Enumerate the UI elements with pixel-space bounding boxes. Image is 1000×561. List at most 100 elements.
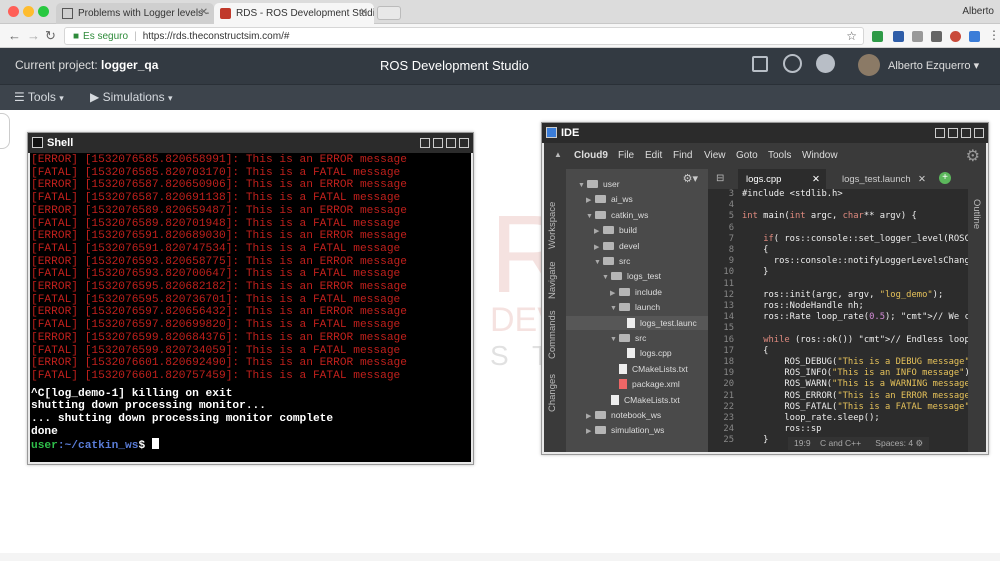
- tree-item[interactable]: ▼ src: [566, 331, 708, 345]
- editor-tab-logs-cpp[interactable]: logs.cpp ✕: [738, 169, 826, 189]
- sidebar-toggle-handle[interactable]: [0, 113, 10, 149]
- tree-item[interactable]: ▶ notebook_ws: [566, 408, 708, 422]
- url-input[interactable]: ■ Es seguro | https://rds.theconstructsim.c…: [64, 27, 864, 45]
- code-area[interactable]: 3 4 5 6 7 8 9 10 11 12 13 14 15 16 17 18 19 20 21 22 23 24 25 …: [708, 189, 968, 452]
- tree-item[interactable]: logs.cpp: [566, 346, 708, 360]
- tree-item[interactable]: ▶ simulation_ws: [566, 423, 708, 437]
- tools-menu[interactable]: ☰ Tools ▾: [14, 90, 64, 104]
- minimize-icon[interactable]: [433, 138, 443, 148]
- new-tab-plus-icon[interactable]: +: [939, 172, 951, 184]
- tab-commands[interactable]: Commands: [547, 310, 558, 359]
- extension-icon-4[interactable]: [931, 31, 942, 42]
- code-line: ROS_INFO("This is an INFO message"): [742, 368, 968, 379]
- user-menu[interactable]: Alberto Ezquerro ▾: [888, 59, 979, 72]
- gear-icon[interactable]: ⚙: [966, 146, 980, 166]
- close-window-button[interactable]: [8, 6, 19, 17]
- tab-navigate[interactable]: Navigate: [547, 262, 558, 300]
- tree-item[interactable]: ▼ logs_test: [566, 269, 708, 283]
- clock-icon[interactable]: [816, 54, 835, 73]
- menu-cloud9[interactable]: Cloud9: [574, 150, 608, 161]
- maximize-icon[interactable]: [961, 128, 971, 138]
- close-icon[interactable]: [974, 128, 984, 138]
- log-line: [FATAL] [1532076589.820701948]: This is …: [31, 217, 401, 230]
- minimize-window-button[interactable]: [23, 6, 34, 17]
- reload-icon[interactable]: ↻: [45, 28, 56, 44]
- menu-window[interactable]: Window: [802, 150, 838, 161]
- maximize-window-button[interactable]: [38, 6, 49, 17]
- collapse-arrow-icon[interactable]: ▲: [554, 150, 562, 159]
- line-number: 5: [728, 211, 734, 222]
- tree-item[interactable]: CMakeLists.txt: [566, 393, 708, 407]
- indent-setting[interactable]: Spaces: 4: [875, 438, 913, 448]
- gear-icon[interactable]: ⚙: [915, 438, 923, 448]
- page-footer-strip: [0, 553, 1000, 561]
- back-arrow-icon[interactable]: ←: [8, 28, 21, 43]
- tree-item[interactable]: ▼ src: [566, 254, 708, 268]
- tree-item[interactable]: ▶ include: [566, 285, 708, 299]
- close-tab-icon[interactable]: ✕: [360, 7, 368, 18]
- forward-arrow-icon[interactable]: →: [27, 28, 40, 43]
- shell-titlebar[interactable]: Shell: [28, 133, 473, 153]
- tree-item[interactable]: ▶ ai_ws: [566, 192, 708, 206]
- menu-goto[interactable]: Goto: [736, 150, 758, 161]
- extension-icon-1[interactable]: [872, 31, 883, 42]
- restore-icon[interactable]: [420, 138, 430, 148]
- browser-tab-logger-problems[interactable]: Problems with Logger levels - ✕: [56, 3, 214, 24]
- extension-icon-2[interactable]: [893, 31, 904, 42]
- menu-edit[interactable]: Edit: [645, 150, 662, 161]
- rds-logo-icon: [220, 8, 231, 19]
- tree-item-label: CMakeLists.txt: [624, 394, 680, 405]
- editor-tab-launch[interactable]: logs_test.launch ✕: [834, 169, 930, 189]
- file-icon: [627, 348, 635, 359]
- maximize-icon[interactable]: [446, 138, 456, 148]
- tab-changes[interactable]: Changes: [547, 374, 558, 412]
- app-title: ROS Development Studio: [380, 58, 529, 73]
- browser-profile-name[interactable]: Alberto: [962, 6, 994, 17]
- close-icon[interactable]: [459, 138, 469, 148]
- extension-icon-5[interactable]: [950, 31, 961, 42]
- shell-prompt[interactable]: user:~/catkin_ws$: [31, 438, 471, 453]
- language-mode[interactable]: C and C++: [820, 438, 861, 448]
- avatar[interactable]: [858, 54, 880, 76]
- tree-item[interactable]: package.xml: [566, 377, 708, 391]
- tree-item[interactable]: ▼ launch: [566, 300, 708, 314]
- browser-menu-icon[interactable]: ⋮: [988, 28, 1000, 42]
- globe-icon[interactable]: [783, 54, 802, 73]
- close-icon[interactable]: ✕: [918, 174, 926, 185]
- tree-item[interactable]: ▶ build: [566, 223, 708, 237]
- bookmark-star-icon[interactable]: ☆: [846, 29, 857, 43]
- tab-list-icon[interactable]: ⊟: [716, 173, 724, 184]
- close-tab-icon[interactable]: ✕: [200, 7, 208, 18]
- simulations-menu[interactable]: ▶ Simulations ▾: [90, 90, 172, 104]
- browser-tab-rds[interactable]: RDS - ROS Development Studi ✕: [214, 3, 374, 24]
- menu-view[interactable]: View: [704, 150, 726, 161]
- tree-item[interactable]: CMakeLists.txt: [566, 362, 708, 376]
- tab-outline[interactable]: Outline: [971, 199, 982, 229]
- tab-workspace[interactable]: Workspace: [547, 202, 558, 249]
- tree-item-label: include: [635, 286, 662, 297]
- tree-item-label: logs.cpp: [640, 348, 672, 359]
- app-toolbar: ☰ Tools ▾ ▶ Simulations ▾: [0, 84, 1000, 110]
- tree-item[interactable]: logs_test.launc: [566, 315, 708, 330]
- menu-find[interactable]: Find: [673, 150, 692, 161]
- new-tab-button[interactable]: [377, 6, 401, 20]
- ide-titlebar[interactable]: IDE: [542, 123, 988, 143]
- file-icon: [627, 317, 635, 328]
- menu-file[interactable]: File: [618, 150, 634, 161]
- tree-item[interactable]: ▼ user: [566, 177, 708, 191]
- menu-tools[interactable]: Tools: [768, 150, 791, 161]
- tree-item-label: build: [619, 225, 637, 236]
- tree-item[interactable]: ▶ devel: [566, 239, 708, 253]
- project-name: logger_qa: [101, 58, 159, 72]
- terminal-output[interactable]: [ERROR] [1532076585.820658991]: This is …: [30, 153, 471, 462]
- code-line: ros::sp: [742, 424, 822, 435]
- close-icon[interactable]: ✕: [812, 174, 820, 185]
- tree-item[interactable]: ▼ catkin_ws: [566, 208, 708, 222]
- restore-icon[interactable]: [935, 128, 945, 138]
- extension-icon-6[interactable]: [969, 31, 980, 42]
- folder-icon: [619, 303, 630, 312]
- minimize-icon[interactable]: [948, 128, 958, 138]
- save-icon[interactable]: [752, 56, 768, 72]
- line-number: 21: [723, 390, 734, 401]
- extension-icon-3[interactable]: [912, 31, 923, 42]
